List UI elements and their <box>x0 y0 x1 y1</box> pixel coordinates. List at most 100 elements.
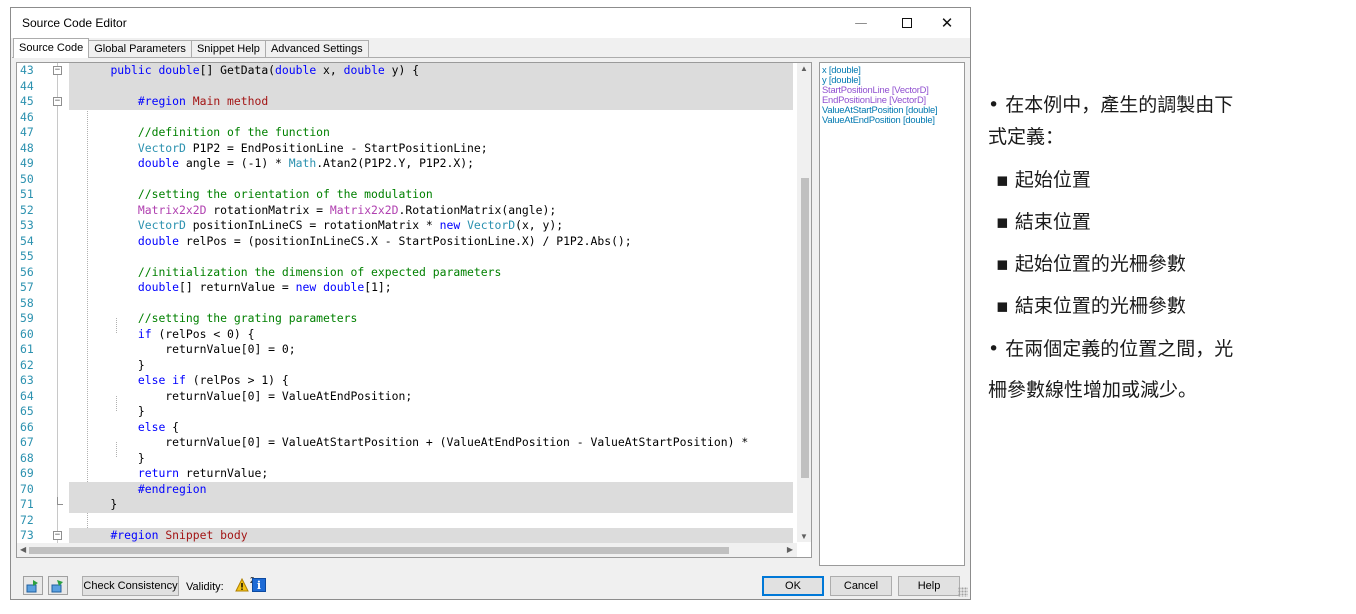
collapse-region-icon[interactable]: − <box>53 531 62 540</box>
resize-grip[interactable] <box>958 587 968 597</box>
bottom-toolbar: Check Consistency Validity: 2 i OK Cance… <box>11 573 970 599</box>
code-token: Matrix2x2D <box>137 202 207 217</box>
code-line[interactable]: 67 returnValue[0] = ValueAtStartPosition… <box>17 435 793 451</box>
code-text: if (relPos < 0) { <box>83 326 255 343</box>
title-bar: Source Code Editor — ✕ <box>11 8 970 38</box>
code-line[interactable]: 64 returnValue[0] = ValueAtEndPosition; <box>17 389 793 405</box>
vertical-scroll-thumb[interactable] <box>801 178 809 478</box>
tab-source-code[interactable]: Source Code <box>13 38 90 58</box>
code-token: else if <box>137 373 186 387</box>
ok-button[interactable]: OK <box>762 576 824 596</box>
code-line[interactable]: 54 double relPos = (positionInLineCS.X -… <box>17 234 793 250</box>
code-line[interactable]: 57 double[] returnValue = new double[1]; <box>17 280 793 296</box>
close-button[interactable]: ✕ <box>924 8 970 38</box>
note-line: 式定義： <box>988 126 1065 148</box>
code-line[interactable]: 43− public double[] GetData(double x, do… <box>17 63 793 79</box>
scroll-left-icon[interactable]: ◀ <box>20 545 26 554</box>
tab-strip: Source Code Global Parameters Snippet He… <box>13 38 369 58</box>
export-button[interactable] <box>48 576 68 595</box>
code-line[interactable]: 73 − #region Snippet body <box>17 528 793 544</box>
code-token: VectorD <box>137 218 186 232</box>
variable-item[interactable]: ValueAtEndPosition [double] <box>822 115 962 125</box>
note-line: ▪ 起始位置的光柵參數 <box>996 253 1186 275</box>
line-number: 73 <box>20 528 34 542</box>
collapse-region-icon[interactable]: − <box>53 66 62 75</box>
code-token: (relPos < 0) { <box>151 326 255 341</box>
code-token: return <box>137 466 180 480</box>
code-editor[interactable]: 43− public double[] GetData(double x, do… <box>16 62 812 558</box>
code-line[interactable]: 47 //definition of the function <box>17 125 793 141</box>
code-token: returnValue[0] = ValueAtEndPosition; <box>83 388 413 403</box>
code-line[interactable]: 56 //initialization the dimension of exp… <box>17 265 793 281</box>
check-consistency-button[interactable]: Check Consistency <box>82 576 179 596</box>
code-token: double <box>137 233 180 248</box>
code-token: //definition of the function <box>137 125 330 139</box>
code-line[interactable]: 49 double angle = (-1) * Math.Atan2(P1P2… <box>17 156 793 172</box>
scroll-right-icon[interactable]: ▶ <box>787 545 793 554</box>
code-line[interactable]: 53 VectorD positionInLineCS = rotationMa… <box>17 218 793 234</box>
code-line[interactable]: 50 <box>17 172 793 188</box>
tab-global-parameters[interactable]: Global Parameters <box>88 40 192 58</box>
line-number: 56 <box>20 264 34 279</box>
code-line[interactable]: 46 <box>17 110 793 126</box>
code-line[interactable]: 66 else { <box>17 420 793 436</box>
code-line[interactable]: 51 //setting the orientation of the modu… <box>17 187 793 203</box>
code-line[interactable]: 71 } <box>17 497 793 513</box>
code-text: double[] returnValue = new double[1]; <box>83 280 392 296</box>
code-text: VectorD positionInLineCS = rotationMatri… <box>83 218 563 234</box>
horizontal-scrollbar[interactable]: ◀ ▶ <box>17 543 797 557</box>
code-text: #region Main method <box>83 94 268 110</box>
warning-icon[interactable] <box>235 578 249 592</box>
minimize-button[interactable]: — <box>838 8 884 38</box>
code-text: returnValue[0] = 0; <box>83 342 295 358</box>
code-token: } <box>83 357 145 372</box>
code-line[interactable]: 68 } <box>17 451 793 467</box>
code-line[interactable]: 61 returnValue[0] = 0; <box>17 342 793 358</box>
code-line[interactable]: 62 } <box>17 358 793 374</box>
cancel-button[interactable]: Cancel <box>830 576 892 596</box>
scroll-up-icon[interactable]: ▲ <box>800 64 808 73</box>
code-line[interactable]: 70 #endregion <box>17 481 793 498</box>
code-line[interactable]: 55 <box>17 249 793 265</box>
code-token: [] returnValue = <box>179 280 296 294</box>
code-line[interactable]: 52 Matrix2x2D rotationMatrix = Matrix2x2… <box>17 203 793 219</box>
help-button[interactable]: Help <box>898 576 960 596</box>
line-number: 45 <box>20 94 34 108</box>
tab-advanced-settings[interactable]: Advanced Settings <box>264 40 369 58</box>
code-text: } <box>83 451 145 467</box>
code-line[interactable]: 44 <box>17 78 793 95</box>
vertical-scrollbar[interactable]: ▲ ▼ <box>797 63 811 542</box>
source-code-panel: 43− public double[] GetData(double x, do… <box>12 57 970 572</box>
tab-snippet-help[interactable]: Snippet Help <box>190 40 266 58</box>
import-button[interactable] <box>23 576 43 595</box>
code-line[interactable]: 45 − #region Main method <box>17 94 793 110</box>
line-number: 50 <box>20 171 34 186</box>
collapse-region-icon[interactable]: − <box>53 97 62 106</box>
info-button[interactable]: i <box>252 578 266 592</box>
code-line[interactable]: 72 <box>17 513 793 529</box>
code-line[interactable]: 60 if (relPos < 0) { <box>17 327 793 343</box>
code-text: public double[] GetData(double x, double… <box>83 63 419 79</box>
scroll-down-icon[interactable]: ▼ <box>800 532 808 541</box>
code-token: new <box>295 280 317 294</box>
code-token: Matrix2x2D <box>329 202 399 217</box>
line-number: 67 <box>20 435 34 449</box>
code-line[interactable]: 65 } <box>17 404 793 420</box>
horizontal-scroll-thumb[interactable] <box>29 547 729 554</box>
code-line[interactable]: 48 VectorD P1P2 = EndPositionLine - Star… <box>17 141 793 157</box>
code-line[interactable]: 69 return returnValue; <box>17 466 793 482</box>
window-title: Source Code Editor <box>22 16 127 30</box>
code-line[interactable]: 58 <box>17 296 793 312</box>
code-line[interactable]: 63 else if (relPos > 1) { <box>17 373 793 389</box>
code-line[interactable]: 59 //setting the grating parameters <box>17 311 793 327</box>
